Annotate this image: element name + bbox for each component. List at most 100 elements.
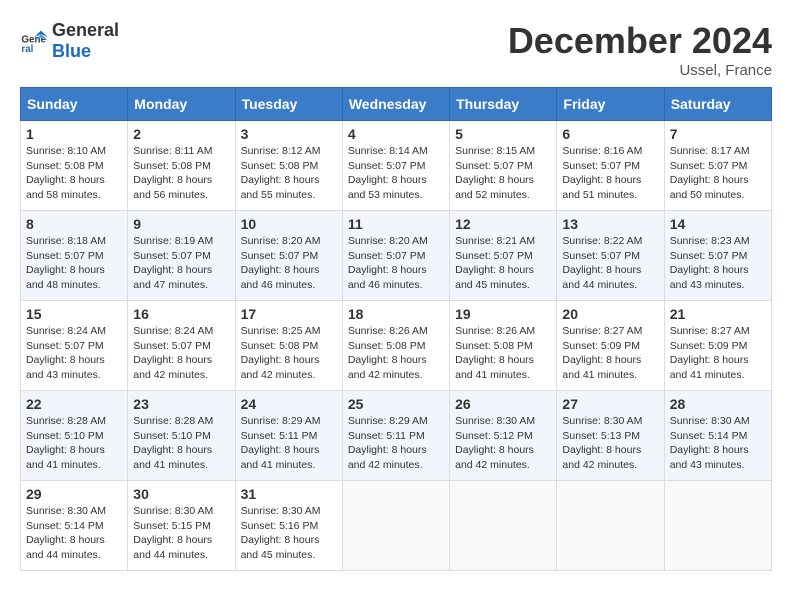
cell-content: Sunrise: 8:23 AM Sunset: 5:07 PM Dayligh…: [670, 234, 766, 293]
calendar-cell: 8 Sunrise: 8:18 AM Sunset: 5:07 PM Dayli…: [21, 211, 128, 301]
day-number: 11: [348, 216, 444, 232]
calendar-cell: 7 Sunrise: 8:17 AM Sunset: 5:07 PM Dayli…: [664, 121, 771, 211]
cell-content: Sunrise: 8:28 AM Sunset: 5:10 PM Dayligh…: [133, 414, 229, 473]
day-number: 21: [670, 306, 766, 322]
cell-content: Sunrise: 8:10 AM Sunset: 5:08 PM Dayligh…: [26, 144, 122, 203]
calendar-cell: 22 Sunrise: 8:28 AM Sunset: 5:10 PM Dayl…: [21, 391, 128, 481]
cell-content: Sunrise: 8:30 AM Sunset: 5:16 PM Dayligh…: [241, 504, 337, 563]
calendar-cell: 1 Sunrise: 8:10 AM Sunset: 5:08 PM Dayli…: [21, 121, 128, 211]
logo-text: General Blue: [52, 20, 119, 62]
day-number: 8: [26, 216, 122, 232]
cell-content: Sunrise: 8:30 AM Sunset: 5:14 PM Dayligh…: [670, 414, 766, 473]
calendar-cell: 18 Sunrise: 8:26 AM Sunset: 5:08 PM Dayl…: [342, 301, 449, 391]
cell-content: Sunrise: 8:29 AM Sunset: 5:11 PM Dayligh…: [348, 414, 444, 473]
cell-content: Sunrise: 8:26 AM Sunset: 5:08 PM Dayligh…: [348, 324, 444, 383]
day-number: 17: [241, 306, 337, 322]
calendar-cell: 27 Sunrise: 8:30 AM Sunset: 5:13 PM Dayl…: [557, 391, 664, 481]
day-number: 19: [455, 306, 551, 322]
calendar-cell: [342, 481, 449, 571]
cell-content: Sunrise: 8:14 AM Sunset: 5:07 PM Dayligh…: [348, 144, 444, 203]
calendar-cell: 20 Sunrise: 8:27 AM Sunset: 5:09 PM Dayl…: [557, 301, 664, 391]
cell-content: Sunrise: 8:17 AM Sunset: 5:07 PM Dayligh…: [670, 144, 766, 203]
cell-content: Sunrise: 8:30 AM Sunset: 5:14 PM Dayligh…: [26, 504, 122, 563]
calendar-cell: 16 Sunrise: 8:24 AM Sunset: 5:07 PM Dayl…: [128, 301, 235, 391]
calendar-cell: [664, 481, 771, 571]
cell-content: Sunrise: 8:24 AM Sunset: 5:07 PM Dayligh…: [133, 324, 229, 383]
calendar-week-row: 15 Sunrise: 8:24 AM Sunset: 5:07 PM Dayl…: [21, 301, 772, 391]
cell-content: Sunrise: 8:30 AM Sunset: 5:15 PM Dayligh…: [133, 504, 229, 563]
calendar-cell: 31 Sunrise: 8:30 AM Sunset: 5:16 PM Dayl…: [235, 481, 342, 571]
calendar-cell: 9 Sunrise: 8:19 AM Sunset: 5:07 PM Dayli…: [128, 211, 235, 301]
calendar-cell: 25 Sunrise: 8:29 AM Sunset: 5:11 PM Dayl…: [342, 391, 449, 481]
cell-content: Sunrise: 8:21 AM Sunset: 5:07 PM Dayligh…: [455, 234, 551, 293]
calendar-week-row: 29 Sunrise: 8:30 AM Sunset: 5:14 PM Dayl…: [21, 481, 772, 571]
day-number: 5: [455, 126, 551, 142]
calendar-cell: 23 Sunrise: 8:28 AM Sunset: 5:10 PM Dayl…: [128, 391, 235, 481]
calendar-cell: 29 Sunrise: 8:30 AM Sunset: 5:14 PM Dayl…: [21, 481, 128, 571]
cell-content: Sunrise: 8:19 AM Sunset: 5:07 PM Dayligh…: [133, 234, 229, 293]
day-number: 18: [348, 306, 444, 322]
day-number: 13: [562, 216, 658, 232]
cell-content: Sunrise: 8:12 AM Sunset: 5:08 PM Dayligh…: [241, 144, 337, 203]
cell-content: Sunrise: 8:16 AM Sunset: 5:07 PM Dayligh…: [562, 144, 658, 203]
cell-content: Sunrise: 8:22 AM Sunset: 5:07 PM Dayligh…: [562, 234, 658, 293]
calendar-cell: 11 Sunrise: 8:20 AM Sunset: 5:07 PM Dayl…: [342, 211, 449, 301]
calendar-cell: [450, 481, 557, 571]
cell-content: Sunrise: 8:24 AM Sunset: 5:07 PM Dayligh…: [26, 324, 122, 383]
calendar-cell: 3 Sunrise: 8:12 AM Sunset: 5:08 PM Dayli…: [235, 121, 342, 211]
calendar-cell: 24 Sunrise: 8:29 AM Sunset: 5:11 PM Dayl…: [235, 391, 342, 481]
calendar-table: SundayMondayTuesdayWednesdayThursdayFrid…: [20, 87, 772, 571]
day-number: 28: [670, 396, 766, 412]
cell-content: Sunrise: 8:20 AM Sunset: 5:07 PM Dayligh…: [241, 234, 337, 293]
page-header: Gene ral General Blue December 2024 Usse…: [20, 20, 772, 79]
cell-content: Sunrise: 8:15 AM Sunset: 5:07 PM Dayligh…: [455, 144, 551, 203]
header-friday: Friday: [557, 88, 664, 121]
day-number: 27: [562, 396, 658, 412]
calendar-cell: 5 Sunrise: 8:15 AM Sunset: 5:07 PM Dayli…: [450, 121, 557, 211]
cell-content: Sunrise: 8:30 AM Sunset: 5:12 PM Dayligh…: [455, 414, 551, 473]
calendar-cell: 28 Sunrise: 8:30 AM Sunset: 5:14 PM Dayl…: [664, 391, 771, 481]
day-number: 12: [455, 216, 551, 232]
cell-content: Sunrise: 8:11 AM Sunset: 5:08 PM Dayligh…: [133, 144, 229, 203]
day-number: 7: [670, 126, 766, 142]
day-number: 22: [26, 396, 122, 412]
calendar-cell: [557, 481, 664, 571]
month-title: December 2024: [508, 20, 772, 62]
title-block: December 2024 Ussel, France: [508, 20, 772, 79]
day-number: 15: [26, 306, 122, 322]
calendar-cell: 6 Sunrise: 8:16 AM Sunset: 5:07 PM Dayli…: [557, 121, 664, 211]
calendar-cell: 21 Sunrise: 8:27 AM Sunset: 5:09 PM Dayl…: [664, 301, 771, 391]
calendar-cell: 13 Sunrise: 8:22 AM Sunset: 5:07 PM Dayl…: [557, 211, 664, 301]
calendar-cell: 4 Sunrise: 8:14 AM Sunset: 5:07 PM Dayli…: [342, 121, 449, 211]
cell-content: Sunrise: 8:29 AM Sunset: 5:11 PM Dayligh…: [241, 414, 337, 473]
day-number: 29: [26, 486, 122, 502]
day-number: 6: [562, 126, 658, 142]
svg-text:ral: ral: [21, 44, 33, 55]
day-number: 3: [241, 126, 337, 142]
day-number: 24: [241, 396, 337, 412]
cell-content: Sunrise: 8:30 AM Sunset: 5:13 PM Dayligh…: [562, 414, 658, 473]
day-number: 2: [133, 126, 229, 142]
calendar-week-row: 8 Sunrise: 8:18 AM Sunset: 5:07 PM Dayli…: [21, 211, 772, 301]
cell-content: Sunrise: 8:27 AM Sunset: 5:09 PM Dayligh…: [670, 324, 766, 383]
calendar-week-row: 22 Sunrise: 8:28 AM Sunset: 5:10 PM Dayl…: [21, 391, 772, 481]
header-sunday: Sunday: [21, 88, 128, 121]
header-thursday: Thursday: [450, 88, 557, 121]
cell-content: Sunrise: 8:27 AM Sunset: 5:09 PM Dayligh…: [562, 324, 658, 383]
calendar-cell: 2 Sunrise: 8:11 AM Sunset: 5:08 PM Dayli…: [128, 121, 235, 211]
logo: Gene ral General Blue: [20, 20, 119, 62]
calendar-cell: 15 Sunrise: 8:24 AM Sunset: 5:07 PM Dayl…: [21, 301, 128, 391]
header-saturday: Saturday: [664, 88, 771, 121]
location: Ussel, France: [508, 62, 772, 79]
day-number: 1: [26, 126, 122, 142]
cell-content: Sunrise: 8:18 AM Sunset: 5:07 PM Dayligh…: [26, 234, 122, 293]
cell-content: Sunrise: 8:20 AM Sunset: 5:07 PM Dayligh…: [348, 234, 444, 293]
calendar-week-row: 1 Sunrise: 8:10 AM Sunset: 5:08 PM Dayli…: [21, 121, 772, 211]
day-number: 26: [455, 396, 551, 412]
cell-content: Sunrise: 8:25 AM Sunset: 5:08 PM Dayligh…: [241, 324, 337, 383]
calendar-header-row: SundayMondayTuesdayWednesdayThursdayFrid…: [21, 88, 772, 121]
day-number: 16: [133, 306, 229, 322]
header-wednesday: Wednesday: [342, 88, 449, 121]
calendar-cell: 10 Sunrise: 8:20 AM Sunset: 5:07 PM Dayl…: [235, 211, 342, 301]
calendar-cell: 19 Sunrise: 8:26 AM Sunset: 5:08 PM Dayl…: [450, 301, 557, 391]
